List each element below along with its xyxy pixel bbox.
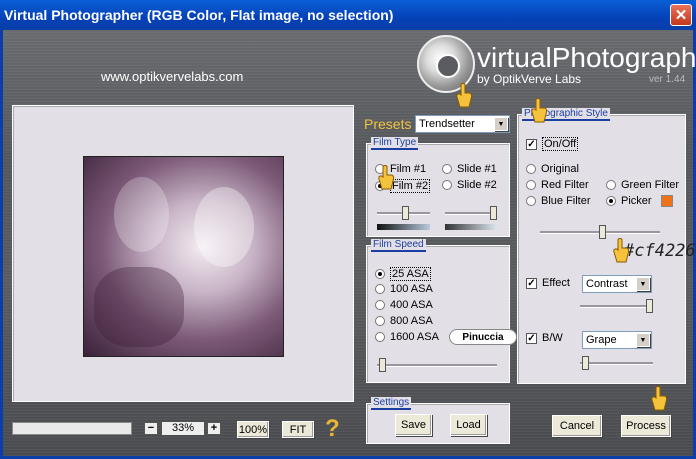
radio-original[interactable]: Original (526, 163, 579, 175)
onoff-checkbox[interactable]: ✓ On/Off (526, 137, 579, 151)
effect-select[interactable]: Contrast ▼ (582, 275, 652, 293)
radio-1600-asa[interactable]: 1600 ASA (375, 331, 439, 343)
film-speed-slider[interactable] (377, 364, 497, 367)
zoom-100-button[interactable]: 100% (237, 421, 269, 438)
hand-pointer-icon (613, 238, 630, 263)
radio-picker[interactable]: Picker (606, 195, 652, 207)
preview-panel (12, 105, 354, 402)
chevron-down-icon[interactable]: ▼ (636, 277, 650, 291)
bw-slider[interactable] (580, 362, 653, 365)
radio-100-asa[interactable]: 100 ASA (375, 283, 433, 295)
radio-25-asa[interactable]: 25 ASA (375, 267, 431, 281)
logo-subtitle: by OptikVerve Labs (477, 72, 582, 86)
film-type-gradient-1 (377, 224, 430, 230)
version-label: ver 1.44 (649, 74, 686, 85)
style-slider-thumb[interactable] (599, 225, 606, 239)
settings-title: Settings (371, 397, 412, 410)
radio-800-asa[interactable]: 800 ASA (375, 315, 433, 327)
progress-bar (12, 422, 132, 435)
radio-green-filter[interactable]: Green Filter (606, 179, 679, 191)
hand-pointer-icon (456, 83, 473, 108)
title-bar: Virtual Photographer (RGB Color, Flat im… (0, 0, 696, 30)
effect-slider-thumb[interactable] (646, 299, 653, 313)
bw-checkbox[interactable]: ✓ B/W (526, 332, 563, 344)
film-type-slider-2-thumb[interactable] (490, 206, 497, 220)
help-icon[interactable]: ? (325, 415, 340, 443)
radio-blue-filter[interactable]: Blue Filter (526, 195, 591, 207)
film-speed-group: Film Speed 25 ASA 100 ASA 400 ASA 800 AS… (366, 239, 510, 383)
film-type-title: Film Type (371, 137, 419, 150)
settings-group: Settings Save Load (366, 397, 510, 444)
preview-image (83, 156, 284, 357)
radio-slide-2[interactable]: Slide #2 (442, 179, 497, 191)
bw-select[interactable]: Grape ▼ (582, 331, 652, 349)
hand-pointer-icon (531, 98, 548, 123)
zoom-value: 33% (162, 422, 204, 435)
process-button[interactable]: Process (621, 415, 671, 437)
watermark-badge: Pinuccia (449, 329, 517, 345)
zoom-out-button[interactable]: − (144, 422, 158, 435)
hex-annotation: #cf4226 (624, 241, 696, 261)
film-type-slider-1-thumb[interactable] (402, 206, 409, 220)
logo-text: virtualPhotographer (477, 42, 696, 73)
radio-400-asa[interactable]: 400 ASA (375, 299, 433, 311)
effect-checkbox[interactable]: ✓ Effect (526, 277, 570, 289)
save-button[interactable]: Save (395, 414, 432, 436)
cancel-button[interactable]: Cancel (552, 415, 602, 437)
hand-pointer-icon (378, 165, 395, 190)
radio-slide-1[interactable]: Slide #1 (442, 163, 497, 175)
picker-color-swatch[interactable] (661, 195, 673, 207)
chevron-down-icon[interactable]: ▼ (636, 333, 650, 347)
film-type-gradient-2 (445, 224, 497, 230)
load-button[interactable]: Load (450, 414, 487, 436)
hand-pointer-icon (651, 386, 668, 411)
effect-slider[interactable] (580, 305, 653, 308)
film-speed-title: Film Speed (371, 239, 426, 252)
presets-select[interactable]: Trendsetter ▼ (415, 115, 510, 133)
film-speed-slider-thumb[interactable] (379, 358, 386, 372)
radio-red-filter[interactable]: Red Filter (526, 179, 589, 191)
zoom-in-button[interactable]: + (207, 422, 221, 435)
window-title: Virtual Photographer (RGB Color, Flat im… (4, 7, 394, 23)
zoom-fit-button[interactable]: FIT (282, 421, 314, 438)
app-body: www.optikvervelabs.com virtualPhotograph… (0, 30, 696, 459)
website-link[interactable]: www.optikvervelabs.com (101, 69, 243, 84)
close-button[interactable]: ✕ (670, 4, 692, 26)
bw-slider-thumb[interactable] (582, 356, 589, 370)
chevron-down-icon[interactable]: ▼ (494, 117, 508, 131)
presets-label: Presets (364, 116, 412, 132)
